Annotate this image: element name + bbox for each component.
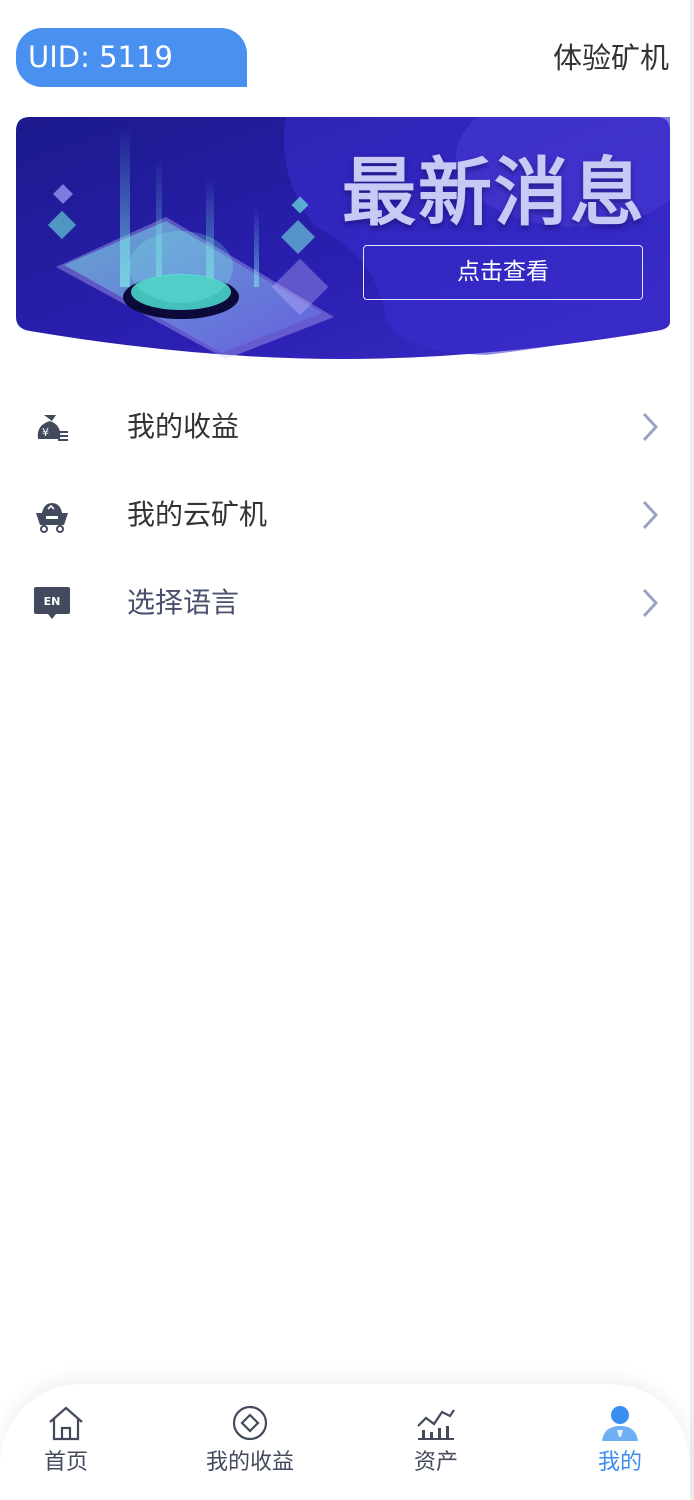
tab-my-earnings[interactable]: 我的收益 bbox=[195, 1404, 305, 1494]
language-icon-text: EN bbox=[44, 595, 61, 608]
banner-title: 最新消息 bbox=[342, 150, 646, 236]
user-icon bbox=[602, 1406, 638, 1441]
trial-miner-link[interactable]: 体验矿机 bbox=[553, 36, 669, 80]
tab-label-mine: 我的 bbox=[597, 1450, 642, 1475]
chevron-right-icon bbox=[642, 412, 659, 442]
news-banner[interactable]: 最新消息 点击查看 bbox=[16, 117, 670, 359]
menu-item-select-language[interactable]: EN 选择语言 bbox=[0, 559, 694, 647]
money-bag-icon: ¥ bbox=[37, 415, 68, 441]
tab-assets[interactable]: 资产 bbox=[392, 1404, 480, 1494]
tab-mine[interactable]: 我的 bbox=[576, 1404, 664, 1494]
right-edge-divider bbox=[690, 0, 694, 1500]
tab-home[interactable]: 首页 bbox=[22, 1404, 110, 1494]
chevron-right-icon bbox=[642, 500, 659, 530]
uid-text: UID: 5119 bbox=[28, 40, 173, 74]
menu-label-my-cloud-miner: 我的云矿机 bbox=[127, 498, 268, 531]
mining-cart-icon bbox=[36, 503, 68, 533]
uid-badge: UID: 5119 bbox=[16, 28, 247, 87]
language-en-icon: EN bbox=[34, 587, 70, 619]
tab-label-my-earnings: 我的收益 bbox=[205, 1450, 294, 1475]
profile-menu: ¥ 我的收益 我的云矿机 EN 选择语言 bbox=[0, 383, 694, 647]
tab-label-home: 首页 bbox=[43, 1450, 88, 1475]
coin-icon bbox=[232, 1405, 268, 1441]
menu-label-my-earnings: 我的收益 bbox=[127, 410, 240, 443]
menu-item-my-cloud-miner[interactable]: 我的云矿机 bbox=[0, 471, 694, 559]
profile-page: UID: 5119 体验矿机 最新消息 点击查看 ¥ 我的收益 我的云矿机 EN… bbox=[0, 0, 694, 1500]
svg-text:¥: ¥ bbox=[42, 426, 49, 439]
home-icon bbox=[49, 1406, 83, 1441]
menu-item-my-earnings[interactable]: ¥ 我的收益 bbox=[0, 383, 694, 471]
tab-label-assets: 资产 bbox=[413, 1450, 458, 1475]
chart-icon bbox=[417, 1409, 455, 1440]
chevron-right-icon bbox=[642, 588, 659, 618]
view-news-button[interactable]: 点击查看 bbox=[363, 245, 643, 300]
menu-label-select-language: 选择语言 bbox=[127, 586, 240, 619]
bottom-tab-bar: 首页 我的收益 资产 我的 bbox=[0, 1384, 690, 1500]
